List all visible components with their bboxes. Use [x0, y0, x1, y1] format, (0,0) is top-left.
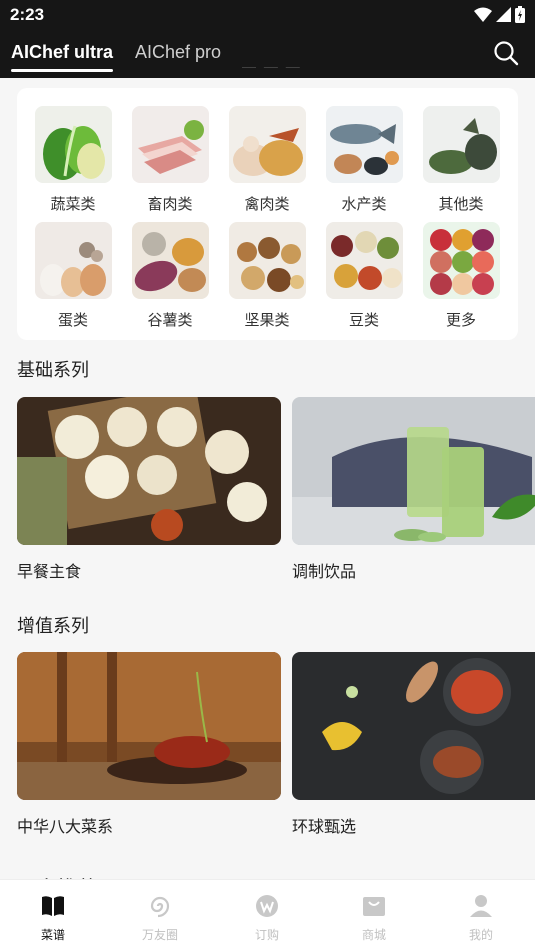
category-label: 更多	[445, 311, 476, 329]
banner-caption: 早餐主食	[17, 562, 82, 581]
category-others[interactable]: 其他类	[422, 106, 500, 214]
chef-tabs: AIChef ultra AIChef pro	[11, 42, 221, 72]
banner-chinese-cuisines[interactable]: 中华八大菜系	[17, 652, 281, 837]
section-title-premium: 增值系列	[17, 616, 89, 637]
spiral-icon	[150, 896, 170, 918]
banner-global-selection[interactable]: 环球甄选	[292, 652, 535, 837]
others-icon	[422, 106, 500, 183]
status-time: 2:23	[10, 5, 45, 24]
nav-profile[interactable]: 我的	[451, 894, 511, 943]
bag-icon	[363, 897, 385, 916]
nav-order[interactable]: 订购	[237, 894, 297, 943]
vegetables-icon	[34, 106, 112, 183]
signal-icon	[496, 7, 511, 22]
category-vegetables[interactable]: 蔬菜类	[34, 106, 112, 214]
category-more[interactable]: 更多	[422, 222, 500, 330]
nav-label: 万友圈	[141, 928, 178, 942]
banner-breakfast[interactable]: 早餐主食	[17, 384, 281, 582]
category-label: 谷薯类	[147, 311, 193, 329]
global-cuisine-image	[292, 652, 535, 800]
category-seafood[interactable]: 水产类	[325, 106, 403, 214]
tab-aichef-ultra[interactable]: AIChef ultra	[11, 42, 114, 72]
tab-aichef-pro[interactable]: AIChef pro	[135, 42, 221, 63]
category-label: 畜肉类	[147, 195, 193, 213]
status-icons	[474, 6, 525, 23]
banner-caption: 环球甄选	[292, 817, 357, 836]
nav-mall[interactable]: 商城	[344, 894, 404, 943]
wifi-icon	[474, 7, 492, 22]
nav-recipes[interactable]: 菜谱	[23, 894, 83, 943]
tab-overflow-indicator: — — —	[242, 58, 302, 74]
book-icon	[42, 896, 64, 916]
person-icon	[470, 895, 492, 917]
category-label: 水产类	[341, 195, 387, 213]
section-title-basic: 基础系列	[17, 360, 89, 381]
drinks-image	[292, 397, 535, 545]
category-label: 其他类	[438, 195, 484, 213]
category-label: 蔬菜类	[50, 195, 96, 213]
eggs-icon	[34, 222, 112, 299]
banner-caption: 调制饮品	[292, 562, 357, 581]
category-label: 豆类	[348, 311, 379, 329]
bottom-nav: 菜谱 万友圈 订购 商城 我的	[0, 879, 535, 951]
nav-friends-circle[interactable]: 万友圈	[130, 894, 190, 943]
poultry-icon	[228, 106, 306, 183]
category-label: 蛋类	[57, 311, 88, 329]
more-icon	[422, 222, 500, 299]
banner-drinks[interactable]: 调制饮品	[292, 397, 535, 582]
chinese-cuisine-image	[17, 652, 281, 800]
nav-label: 商城	[361, 928, 386, 942]
w-logo-icon	[256, 895, 278, 917]
banner-caption: 中华八大菜系	[17, 817, 114, 836]
grains-icon	[131, 222, 209, 299]
search-icon[interactable]	[493, 40, 519, 66]
category-red-meat[interactable]: 畜肉类	[131, 106, 209, 214]
battery-icon	[515, 6, 525, 23]
beans-icon	[325, 222, 403, 299]
nuts-icon	[228, 222, 306, 299]
category-grid: 蔬菜类 畜肉类 禽肉类 水产类 其他类 蛋类 谷薯类 坚果类 豆类 更多	[17, 88, 518, 340]
nav-label: 菜谱	[40, 928, 65, 942]
breakfast-image	[17, 384, 281, 545]
nav-label: 订购	[254, 928, 279, 942]
category-grains[interactable]: 谷薯类	[131, 222, 209, 330]
category-beans[interactable]: 豆类	[325, 222, 403, 330]
red-meat-icon	[131, 106, 209, 183]
seafood-icon	[325, 106, 403, 183]
category-label: 坚果类	[244, 311, 290, 329]
category-nuts[interactable]: 坚果类	[228, 222, 306, 330]
category-poultry[interactable]: 禽肉类	[228, 106, 306, 214]
category-eggs[interactable]: 蛋类	[34, 222, 112, 330]
app-header: 2:23 AIChef ultra AIChef pro — — —	[0, 0, 535, 78]
nav-label: 我的	[468, 928, 493, 942]
category-label: 禽肉类	[244, 195, 290, 213]
